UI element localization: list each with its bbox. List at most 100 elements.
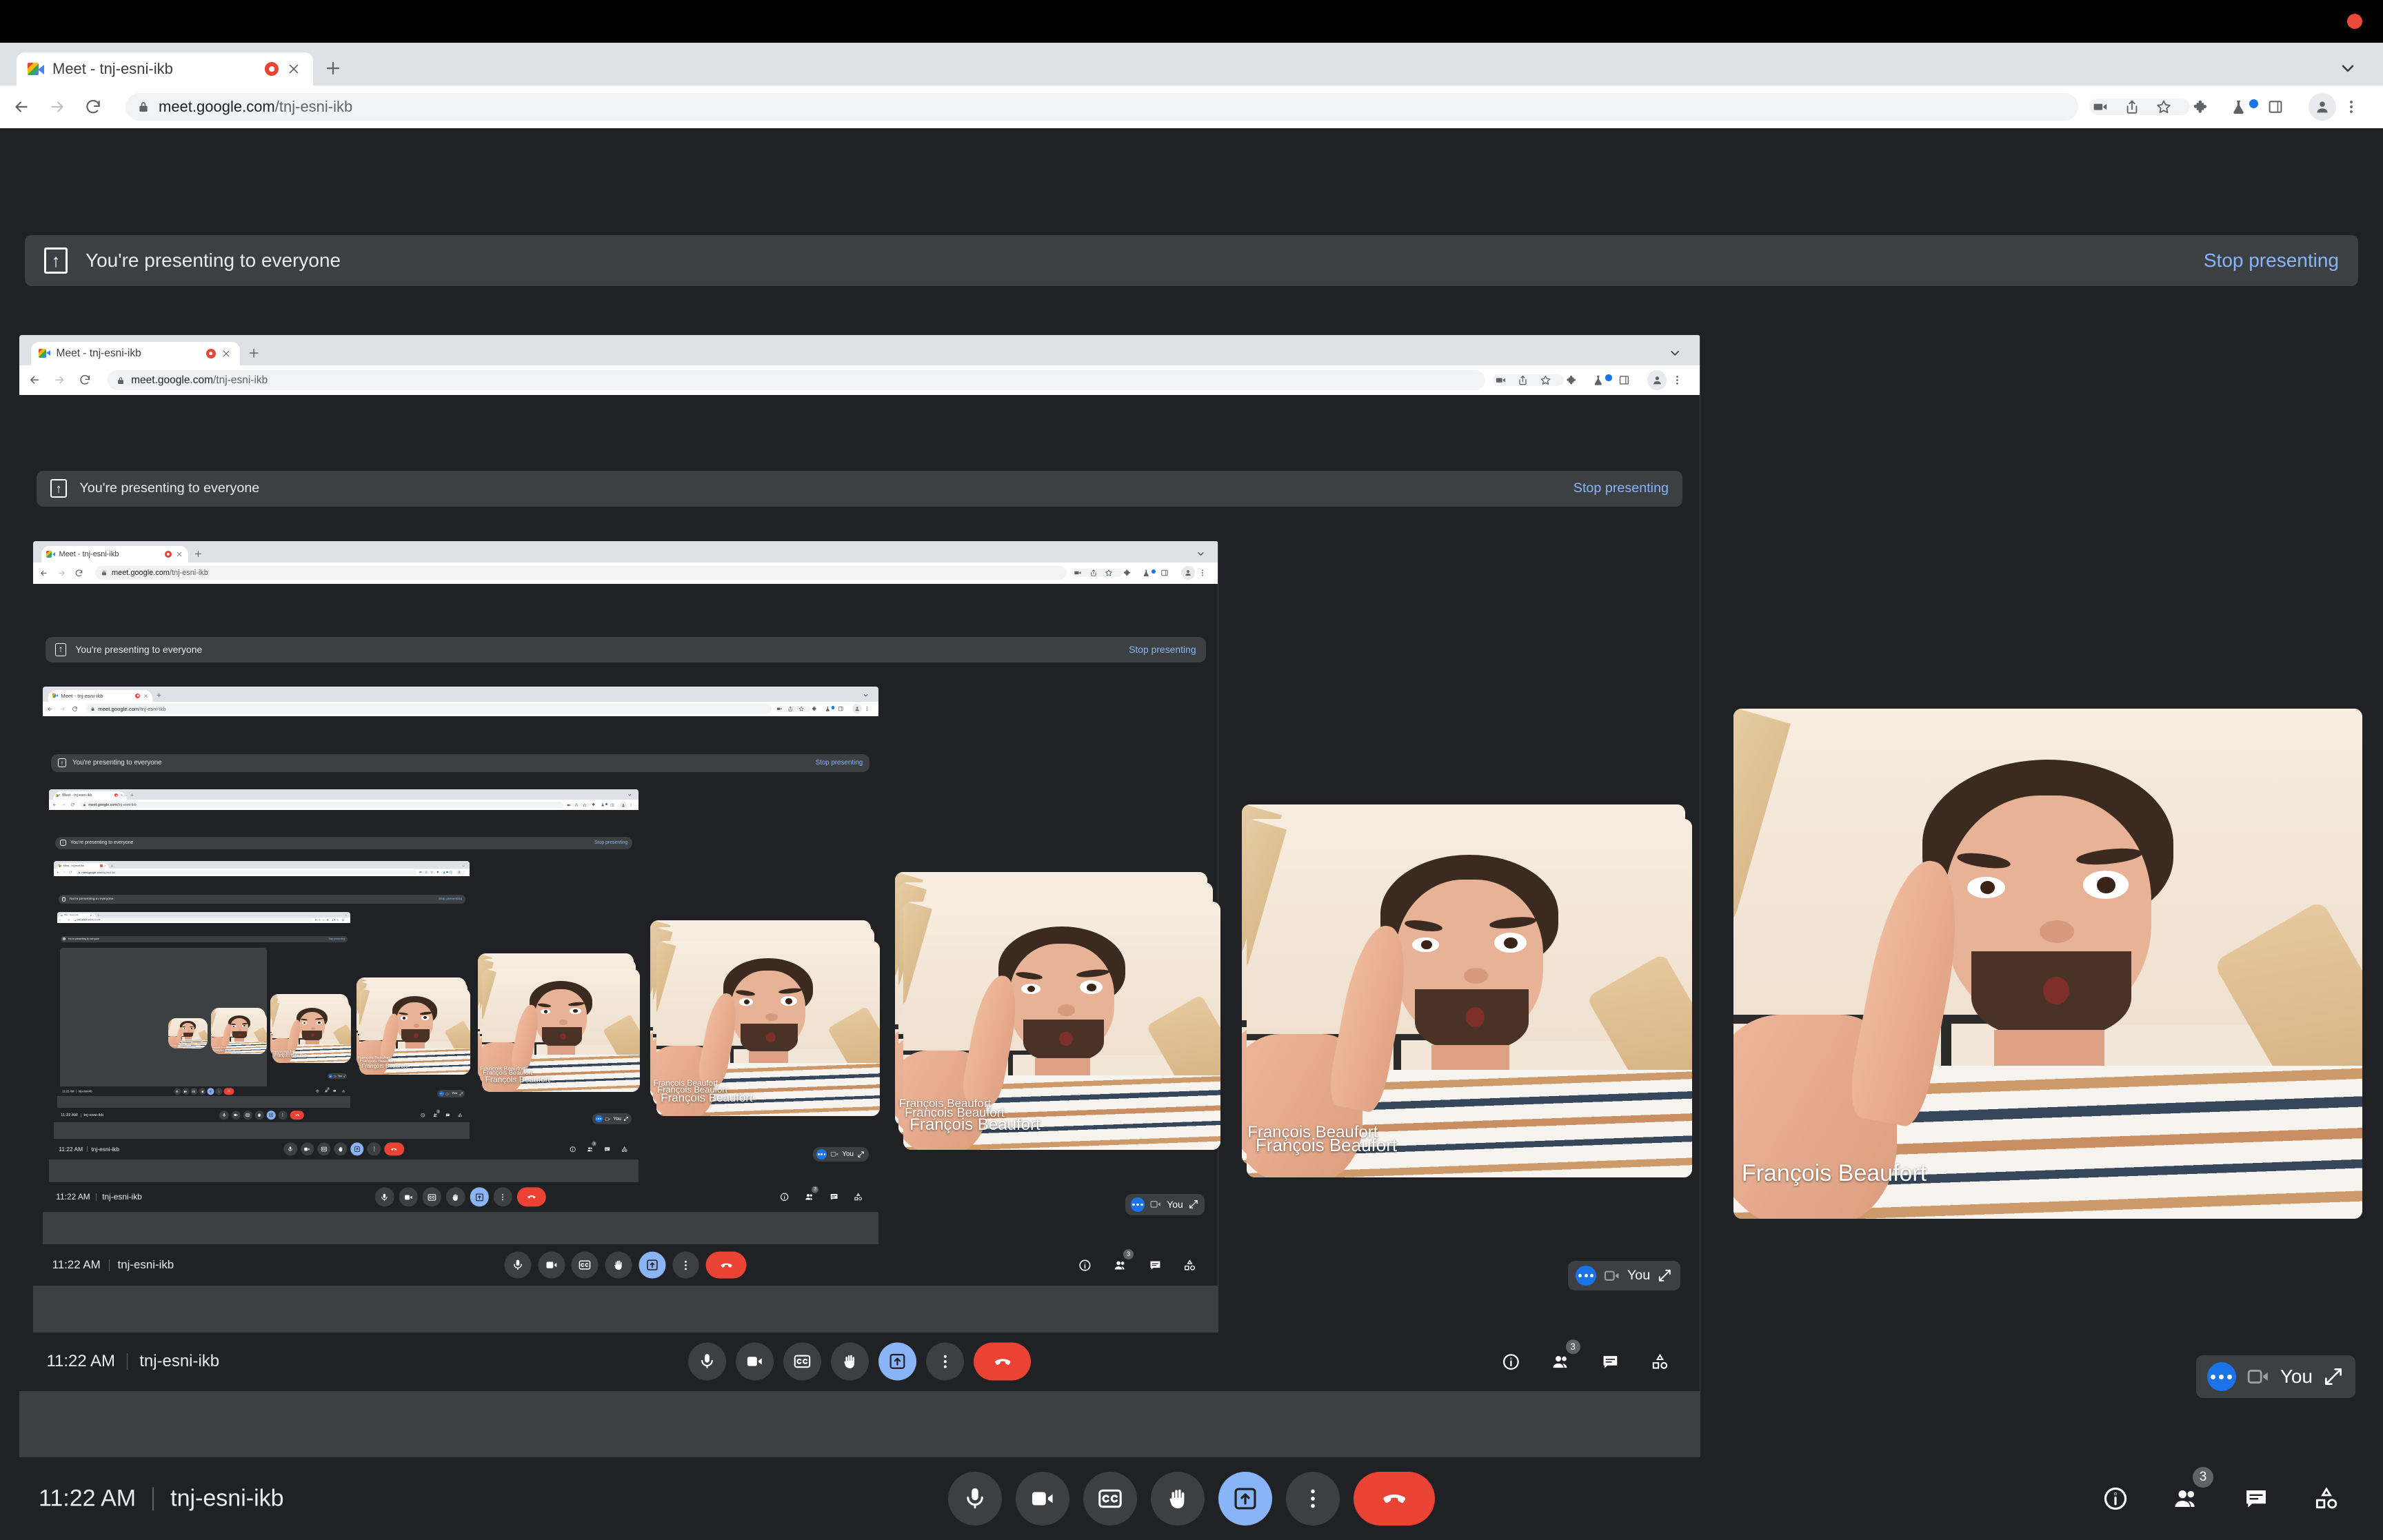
extensions-puzzle-icon[interactable] (812, 706, 824, 712)
back-button[interactable] (12, 98, 43, 116)
forward-button[interactable] (57, 569, 72, 578)
microphone-button[interactable] (948, 1472, 1002, 1526)
tab-close-icon[interactable] (92, 915, 94, 916)
reload-button[interactable] (74, 569, 90, 578)
expand-diagonal-icon[interactable] (2322, 1366, 2344, 1388)
participants-button[interactable]: 3 (2160, 1467, 2213, 1525)
media-cast-icon[interactable] (776, 706, 787, 711)
forward-button[interactable] (61, 802, 69, 807)
raise-hand-button[interactable] (1151, 1472, 1205, 1526)
present-now-button[interactable] (878, 1342, 917, 1381)
video-camera-outline-icon[interactable] (1149, 1198, 1162, 1210)
stop-presenting-button[interactable]: Stop presenting (2204, 250, 2339, 272)
media-cast-icon[interactable] (1074, 569, 1089, 577)
browser-tab[interactable]: Meet - tnj-esni-ikb (57, 862, 109, 869)
video-camera-outline-icon[interactable] (2246, 1364, 2271, 1389)
new-tab-button[interactable] (194, 549, 203, 558)
side-panel-icon[interactable] (838, 706, 850, 711)
present-now-button[interactable] (266, 1110, 276, 1120)
video-camera-outline-icon[interactable] (1603, 1267, 1620, 1284)
stop-presenting-button[interactable]: Stop presenting (1573, 480, 1669, 496)
chrome-menu-icon[interactable] (1198, 569, 1212, 577)
back-button[interactable] (57, 871, 62, 874)
browser-tab[interactable]: Meet - tnj-esni-ikb (30, 341, 241, 365)
stop-presenting-button[interactable]: Stop presenting (439, 898, 462, 901)
tab-close-icon[interactable] (120, 793, 124, 797)
more-options-button[interactable] (367, 1142, 381, 1156)
self-view-pill[interactable]: You (436, 1090, 465, 1098)
chat-button[interactable] (825, 1188, 843, 1206)
stop-presenting-button[interactable]: Stop presenting (1129, 644, 1196, 655)
meeting-details-button[interactable] (314, 1088, 321, 1094)
media-cast-icon[interactable] (2092, 99, 2124, 115)
activities-button[interactable] (619, 1142, 632, 1155)
extensions-puzzle-icon[interactable] (592, 802, 600, 807)
share-icon[interactable] (1517, 374, 1539, 386)
reload-button[interactable] (70, 802, 78, 807)
chrome-menu-icon[interactable] (2343, 99, 2371, 115)
camera-button[interactable] (182, 1088, 190, 1095)
video-camera-outline-icon[interactable] (605, 1116, 611, 1122)
more-options-button[interactable] (278, 1110, 288, 1120)
video-camera-outline-icon[interactable] (334, 1075, 336, 1077)
share-icon[interactable] (574, 803, 582, 807)
back-button[interactable] (52, 802, 60, 807)
expand-diagonal-icon[interactable] (623, 1116, 629, 1122)
bookmark-star-icon[interactable] (2155, 99, 2187, 115)
extensions-puzzle-icon[interactable] (1566, 374, 1590, 387)
raise-hand-button[interactable] (445, 1187, 465, 1207)
side-panel-icon[interactable] (1618, 374, 1642, 386)
back-button[interactable] (39, 569, 54, 578)
more-options-button[interactable] (215, 1088, 223, 1095)
activities-button[interactable] (341, 1088, 347, 1094)
captions-button[interactable] (572, 1251, 599, 1279)
extensions-puzzle-icon[interactable] (436, 871, 443, 874)
address-bar[interactable]: meet.google.com/tnj-esni-ikb (76, 870, 417, 875)
meeting-details-button[interactable] (1072, 1252, 1098, 1278)
stop-presenting-button[interactable]: Stop presenting (594, 840, 627, 845)
chevron-down-icon[interactable] (2339, 59, 2357, 77)
address-bar[interactable]: meet.google.com/tnj-esni-ikb (95, 566, 1067, 580)
experiments-flask-icon[interactable] (1592, 374, 1616, 387)
more-options-button[interactable] (926, 1342, 965, 1381)
chat-button[interactable] (2230, 1472, 2282, 1525)
camera-button[interactable] (1016, 1472, 1069, 1526)
participant-tile-small[interactable]: François Beaufort (272, 1001, 352, 1063)
present-now-button[interactable] (350, 1142, 364, 1156)
participants-button[interactable]: 3 (583, 1141, 597, 1155)
leave-call-button[interactable] (517, 1187, 546, 1207)
more-dots-avatar-icon[interactable] (1576, 1265, 1596, 1286)
extensions-puzzle-icon[interactable] (2193, 99, 2227, 116)
more-dots-avatar-icon[interactable] (816, 1149, 827, 1159)
experiments-flask-icon[interactable] (443, 871, 449, 874)
stop-presenting-button[interactable]: Stop presenting (816, 759, 863, 767)
side-panel-icon[interactable] (1160, 569, 1178, 577)
tab-close-icon[interactable] (287, 62, 303, 76)
more-options-button[interactable] (1286, 1472, 1340, 1526)
share-icon[interactable] (2124, 99, 2155, 115)
chrome-menu-icon[interactable] (1671, 374, 1691, 386)
participant-tile-small[interactable]: François Beaufort (211, 1011, 268, 1055)
activities-button[interactable] (2300, 1472, 2353, 1525)
address-bar[interactable]: meet.google.com/tnj-esni-ikb (86, 704, 772, 714)
more-options-button[interactable] (672, 1251, 699, 1279)
side-panel-icon[interactable] (450, 871, 456, 874)
more-options-button[interactable] (493, 1187, 512, 1207)
meeting-details-button[interactable] (2089, 1472, 2142, 1525)
reload-button[interactable] (69, 871, 74, 874)
captions-button[interactable] (243, 1110, 252, 1120)
forward-button[interactable] (59, 706, 70, 712)
present-now-button[interactable] (1218, 1472, 1272, 1526)
media-cast-icon[interactable] (419, 871, 425, 873)
profile-avatar-icon[interactable] (619, 801, 628, 809)
tab-recording-icon[interactable] (114, 793, 119, 798)
share-icon[interactable] (425, 871, 430, 874)
tab-close-icon[interactable] (104, 864, 107, 867)
bookmark-star-icon[interactable] (583, 803, 590, 807)
profile-avatar-icon[interactable] (341, 918, 345, 922)
self-view-pill[interactable]: You (328, 1073, 348, 1080)
chrome-menu-icon[interactable] (864, 706, 874, 711)
participants-button[interactable]: 3 (323, 1087, 330, 1094)
stop-presenting-button[interactable]: Stop presenting (328, 938, 345, 940)
tab-recording-icon[interactable] (205, 348, 216, 358)
